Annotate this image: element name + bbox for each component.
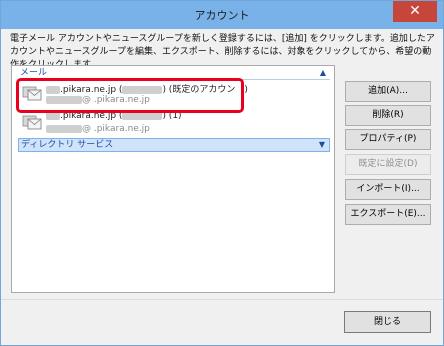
add-button[interactable]: 追加(A)...: [345, 81, 431, 102]
properties-button[interactable]: プロパティ(P): [345, 129, 431, 150]
set-default-button[interactable]: 既定に設定(D): [345, 154, 431, 175]
export-button[interactable]: エクスポート(E)...: [345, 204, 431, 225]
group-label-directory: ディレクトリ サービス: [21, 140, 114, 150]
account-item[interactable]: .pikara.ne.jp () (1) @ .pikara.ne.jp: [18, 109, 330, 137]
import-button[interactable]: インポート(I)...: [345, 179, 431, 200]
account-email-line: @ .pikara.ne.jp: [46, 124, 150, 134]
chevron-up-icon[interactable]: ▲: [320, 67, 326, 79]
delete-button[interactable]: 削除(R): [345, 105, 431, 126]
close-button[interactable]: 閉じる: [344, 311, 431, 333]
title-bar: アカウント ✕: [1, 1, 443, 29]
redacted-block: [46, 124, 82, 133]
accounts-dialog: アカウント ✕ 電子メール アカウントやニュースグループを新しく登録するには、[…: [0, 0, 444, 346]
close-window-button[interactable]: ✕: [393, 1, 437, 22]
account-email: @ .pikara.ne.jp: [82, 124, 150, 134]
chevron-down-icon[interactable]: ▼: [319, 139, 325, 151]
highlight-annotation: [16, 78, 244, 113]
dialog-title: アカウント: [194, 9, 250, 22]
mail-account-icon: [22, 115, 42, 130]
group-header-directory[interactable]: ディレクトリ サービス ▼: [18, 138, 330, 152]
footer-divider: [1, 299, 443, 300]
